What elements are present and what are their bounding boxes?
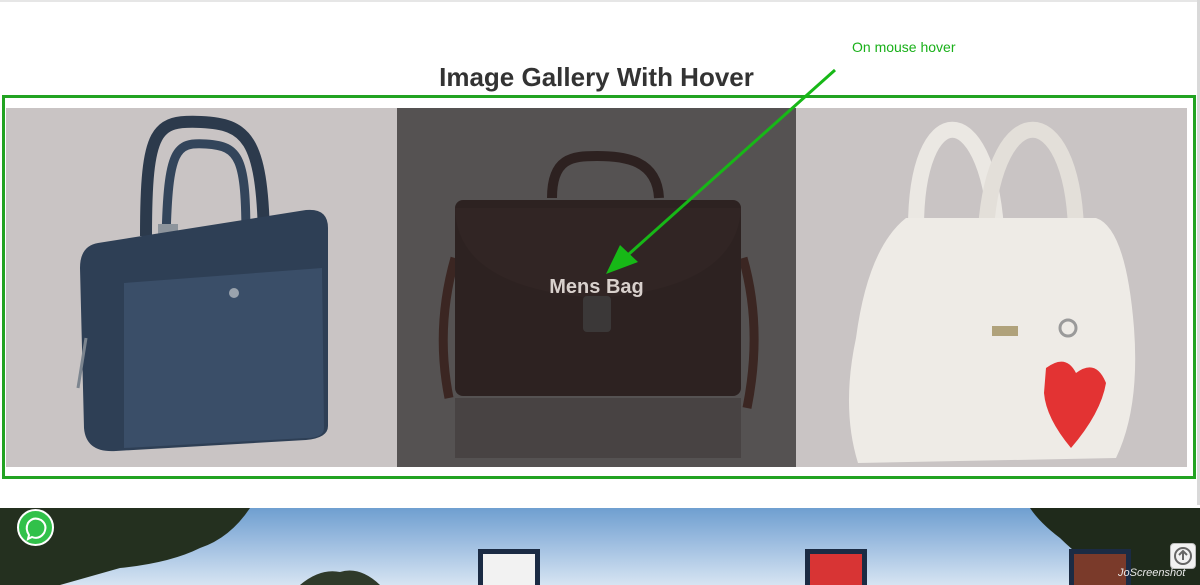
- tree-landscape-icon: [0, 508, 1200, 585]
- banner-thumb-1[interactable]: [478, 549, 540, 585]
- bottom-banner: [0, 508, 1200, 585]
- hover-annotation-label: On mouse hover: [852, 39, 956, 55]
- gallery-item-laptop-bag[interactable]: [6, 108, 397, 467]
- laptop-briefcase-icon: [6, 108, 397, 467]
- scroll-to-top-icon[interactable]: [1170, 543, 1196, 569]
- gallery-item-mens-bag[interactable]: Mens Bag: [397, 108, 796, 467]
- white-handbag-icon: [796, 108, 1187, 467]
- gallery-item-white-handbag[interactable]: [796, 108, 1187, 467]
- banner-thumb-2[interactable]: [805, 549, 867, 585]
- gallery-title: Image Gallery With Hover: [439, 62, 754, 92]
- page: On mouse hover Image Gallery With Hover: [0, 0, 1200, 585]
- gallery-item-caption: Mens Bag: [549, 276, 644, 298]
- whatsapp-icon[interactable]: [17, 509, 54, 546]
- top-divider: [0, 0, 1200, 2]
- watermark: JoScreenshot: [1118, 567, 1186, 579]
